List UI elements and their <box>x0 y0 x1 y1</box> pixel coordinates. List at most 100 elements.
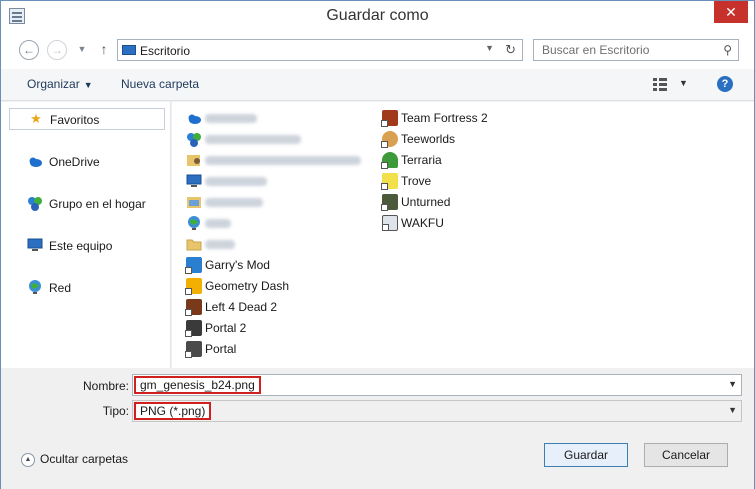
address-bar[interactable]: Escritorio ▼ ↻ <box>117 39 523 61</box>
file-type-value[interactable]: PNG (*.png) <box>134 402 212 420</box>
sidebar-item-label: OneDrive <box>49 155 100 169</box>
portal-icon <box>185 341 202 358</box>
list-item[interactable] <box>186 108 376 128</box>
chevron-up-icon: ▲ <box>21 452 35 467</box>
hide-folders-toggle[interactable]: ▲ Ocultar carpetas <box>21 452 128 467</box>
list-item[interactable]: Terraria <box>381 150 542 170</box>
cancel-button[interactable]: Cancelar <box>644 443 728 467</box>
list-item[interactable] <box>186 213 376 233</box>
title-bar: Guardar como ✕ <box>1 1 754 31</box>
refresh-icon[interactable]: ↻ <box>505 42 516 58</box>
file-name: Left 4 Dead 2 <box>205 300 278 314</box>
file-name: Terraria <box>401 153 442 167</box>
chevron-down-icon[interactable]: ▼ <box>728 379 737 389</box>
list-item[interactable]: Portal 2 <box>185 318 376 338</box>
navigation-pane: ★ Favoritos OneDrive Grupo en el hogar E… <box>1 102 171 368</box>
list-item[interactable]: Teeworlds <box>381 129 542 149</box>
dialog-footer: ▲ Ocultar carpetas Guardar Cancelar <box>1 431 754 489</box>
up-button[interactable]: ↑ <box>97 40 111 60</box>
save-as-dialog: Guardar como ✕ ← → ▼ ↑ Escritorio ▼ ↻ ⚲ … <box>0 0 755 489</box>
list-item[interactable] <box>186 150 376 170</box>
computer-icon <box>27 237 43 253</box>
list-item[interactable]: WAKFU <box>382 213 542 233</box>
sidebar-item-label: Grupo en el hogar <box>49 197 146 211</box>
sidebar-item-label: Red <box>49 281 72 295</box>
blurred-label <box>205 156 361 165</box>
list-item[interactable]: Trove <box>381 171 542 191</box>
geometry-dash-icon <box>185 278 202 295</box>
window-title: Guardar como <box>326 7 429 24</box>
list-item[interactable]: Portal <box>185 339 376 359</box>
file-name: Geometry Dash <box>205 279 290 293</box>
list-item[interactable] <box>186 192 376 212</box>
file-list: Garry's Mod Geometry Dash Left 4 Dead 2 … <box>172 102 754 368</box>
blurred-label <box>205 135 301 144</box>
network-icon <box>27 279 43 295</box>
star-icon: ★ <box>30 111 42 126</box>
file-name: Portal 2 <box>205 321 247 335</box>
unturned-icon <box>381 194 398 211</box>
list-item[interactable]: Geometry Dash <box>185 276 376 296</box>
file-type-label: Tipo: <box>102 404 129 418</box>
blurred-label <box>205 240 235 249</box>
file-name: Garry's Mod <box>205 258 270 272</box>
help-icon[interactable]: ? <box>717 76 733 92</box>
new-folder-button[interactable]: Nueva carpeta <box>121 77 199 91</box>
file-name-value[interactable]: gm_genesis_b24.png <box>134 376 261 394</box>
list-item[interactable] <box>186 171 376 191</box>
chevron-down-icon[interactable]: ▼ <box>728 405 737 415</box>
wakfu-icon <box>382 215 398 231</box>
sidebar-item-label: Favoritos <box>50 113 100 127</box>
network-icon <box>186 215 202 231</box>
file-name: Unturned <box>401 195 451 209</box>
organize-button[interactable]: Organizar ▼ <box>27 77 93 91</box>
file-type-select[interactable]: PNG (*.png) ▼ <box>132 400 742 422</box>
computer-icon <box>186 173 202 189</box>
portal2-icon <box>185 320 202 337</box>
file-name: Teeworlds <box>401 132 456 146</box>
list-item[interactable]: Team Fortress 2 <box>381 108 542 128</box>
file-name: WAKFU <box>401 216 444 230</box>
sidebar-item-favorites[interactable]: ★ Favoritos <box>9 108 165 130</box>
search-icon[interactable]: ⚲ <box>723 43 732 57</box>
file-name: Team Fortress 2 <box>401 111 488 125</box>
organize-label: Organizar <box>27 77 80 91</box>
command-toolbar: Organizar ▼ Nueva carpeta ▼ ? <box>1 69 754 101</box>
view-dropdown-icon[interactable]: ▼ <box>679 78 688 88</box>
blurred-label <box>205 177 267 186</box>
garrys-mod-icon <box>185 257 202 274</box>
list-item[interactable]: Garry's Mod <box>185 255 376 275</box>
blurred-label <box>205 114 257 123</box>
homegroup-icon <box>27 195 43 211</box>
recent-locations-dropdown[interactable]: ▼ <box>77 40 87 60</box>
file-name: Trove <box>401 174 432 188</box>
chevron-down-icon: ▼ <box>83 80 93 90</box>
file-name-label: Nombre: <box>82 379 129 393</box>
sidebar-item-label: Este equipo <box>49 239 113 253</box>
chevron-down-icon[interactable]: ▼ <box>485 43 494 53</box>
save-button[interactable]: Guardar <box>544 443 628 467</box>
list-item[interactable]: Unturned <box>381 192 542 212</box>
list-item[interactable] <box>186 234 376 254</box>
folder-icon <box>186 236 202 252</box>
cloud-icon <box>186 110 202 126</box>
address-location: Escritorio <box>140 44 191 58</box>
list-item[interactable] <box>186 129 376 149</box>
teeworlds-icon <box>381 131 398 148</box>
file-name: Portal <box>205 342 237 356</box>
trove-icon <box>381 173 398 190</box>
forward-button[interactable]: → <box>47 40 67 60</box>
search-input[interactable] <box>540 43 710 57</box>
list-item[interactable]: Left 4 Dead 2 <box>185 297 376 317</box>
view-options-icon[interactable] <box>653 77 667 91</box>
homegroup-icon <box>186 131 202 147</box>
team-fortress-2-icon <box>381 110 398 127</box>
back-button[interactable]: ← <box>19 40 39 60</box>
close-button[interactable]: ✕ <box>714 1 748 23</box>
cloud-icon <box>27 153 43 169</box>
navigation-bar: ← → ▼ ↑ Escritorio ▼ ↻ ⚲ <box>1 31 754 69</box>
save-options: Nombre: gm_genesis_b24.png ▼ Tipo: PNG (… <box>1 368 754 430</box>
blurred-label <box>205 219 231 228</box>
user-folder-icon <box>186 152 202 168</box>
file-name-field[interactable]: gm_genesis_b24.png ▼ <box>132 374 742 396</box>
